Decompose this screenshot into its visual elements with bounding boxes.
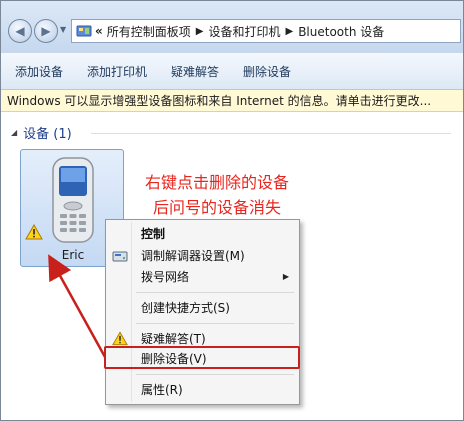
explorer-window: ◀ ▶ ▼ « 所有控制面板项 ▶ 设备和打印机 ▶ Bluetooth 设备 … bbox=[0, 0, 464, 421]
annotation-arrow bbox=[48, 254, 107, 358]
